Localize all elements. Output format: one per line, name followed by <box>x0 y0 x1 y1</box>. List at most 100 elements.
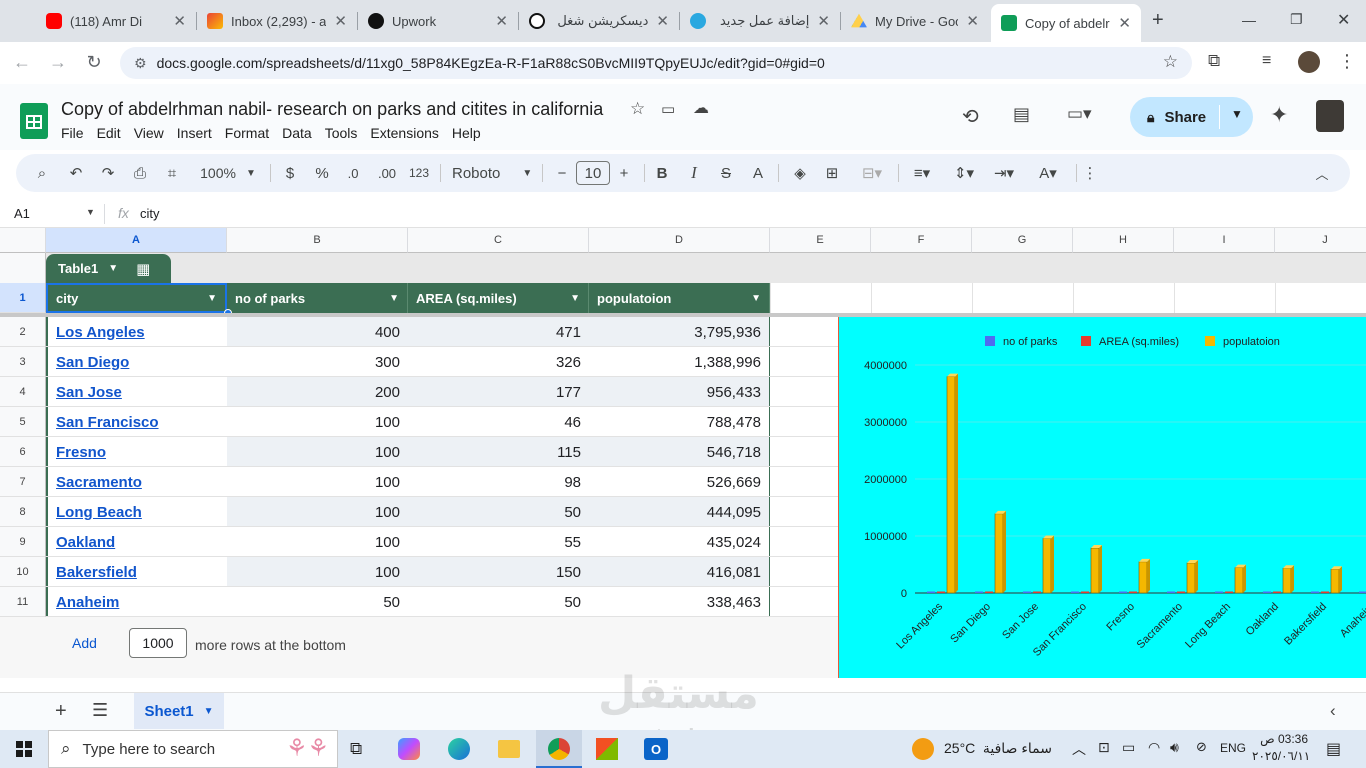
column-header-i[interactable]: I <box>1174 228 1275 253</box>
table-cell-city[interactable]: Long Beach <box>46 497 227 527</box>
close-icon[interactable]: ✕ <box>966 12 979 30</box>
row-header[interactable]: 2 <box>0 317 46 347</box>
weather-temp[interactable]: 25°C <box>944 740 975 756</box>
table-cell-city[interactable]: Bakersfield <box>46 557 227 587</box>
windows-start-icon[interactable] <box>16 741 32 757</box>
font-family-select[interactable]: Roboto ▼ <box>452 154 532 192</box>
menu-tools[interactable]: Tools <box>325 125 358 141</box>
table-cell-population[interactable]: 956,433 <box>589 377 770 407</box>
column-header-j[interactable]: J <box>1275 228 1366 253</box>
table-cell-area[interactable]: 50 <box>408 587 589 617</box>
menu-format[interactable]: Format <box>225 125 269 141</box>
menu-data[interactable]: Data <box>282 125 312 141</box>
notifications-status-icon[interactable]: ⊘ <box>1196 739 1207 755</box>
url-bar[interactable]: ⚙ docs.google.com/spreadsheets/d/11xg0_5… <box>120 47 1192 79</box>
column-header-h[interactable]: H <box>1073 228 1174 253</box>
battery-icon[interactable]: ▭ <box>1122 739 1135 756</box>
table-cell-city[interactable]: Los Angeles <box>46 317 227 347</box>
browser-tab[interactable]: My Drive - Goog ✕ <box>841 6 989 36</box>
paint-format-icon[interactable]: ⌗ <box>160 154 184 192</box>
table-cell-population[interactable]: 3,795,936 <box>589 317 770 347</box>
table-name-tab[interactable]: Table1 ▼ ▦ <box>46 254 171 283</box>
currency-format-button[interactable]: $ <box>278 154 302 192</box>
chevron-down-icon[interactable]: ▼ <box>204 706 214 717</box>
table-cell-city[interactable]: Sacramento <box>46 467 227 497</box>
move-folder-icon[interactable]: ▭ <box>661 100 675 118</box>
formula-input[interactable]: city <box>140 206 160 221</box>
row-header[interactable]: 8 <box>0 497 46 527</box>
table-cell-parks[interactable]: 100 <box>227 467 408 497</box>
row-header[interactable]: 4 <box>0 377 46 407</box>
menu-extensions[interactable]: Extensions <box>370 125 438 141</box>
close-icon[interactable]: ✕ <box>1118 14 1131 32</box>
table-cell-parks[interactable]: 100 <box>227 527 408 557</box>
row-header[interactable]: 11 <box>0 587 46 617</box>
browser-tab[interactable]: ديسكريشن شغل ✕ <box>519 6 679 36</box>
history-icon[interactable]: ⟲ <box>962 104 979 129</box>
table-cell-parks[interactable]: 100 <box>227 437 408 467</box>
row-header[interactable]: 7 <box>0 467 46 497</box>
column-header-b[interactable]: B <box>227 228 408 253</box>
site-info-icon[interactable]: ⚙ <box>134 55 147 72</box>
sheets-logo-icon[interactable] <box>20 103 48 139</box>
chevron-up-icon[interactable]: ︿ <box>1072 739 1086 759</box>
weather-desc[interactable]: سماء صافية <box>982 740 1052 757</box>
collapse-toolbar-icon[interactable]: ︿ <box>1310 154 1334 192</box>
table-cell-area[interactable]: 177 <box>408 377 589 407</box>
city-link[interactable]: Long Beach <box>56 504 142 521</box>
borders-icon[interactable]: ⊞ <box>820 154 844 192</box>
decrease-decimal-button[interactable]: .0 <box>340 154 366 192</box>
store-icon[interactable] <box>596 738 618 760</box>
table-cell-city[interactable]: San Diego <box>46 347 227 377</box>
fill-color-icon[interactable]: ◈ <box>788 154 812 192</box>
search-icon[interactable]: ⌕ <box>30 154 54 192</box>
table-cell-parks[interactable]: 300 <box>227 347 408 377</box>
comments-icon[interactable]: ▤ <box>1013 104 1030 125</box>
row-header[interactable]: 9 <box>0 527 46 557</box>
column-header-e[interactable]: E <box>770 228 871 253</box>
table-cell-population[interactable]: 546,718 <box>589 437 770 467</box>
chevron-down-icon[interactable]: ▼ <box>86 207 95 217</box>
bookmark-star-icon[interactable]: ☆ <box>1163 52 1178 72</box>
menu-file[interactable]: File <box>61 125 84 141</box>
column-header-a[interactable]: A <box>46 228 227 253</box>
gemini-icon[interactable]: ✦ <box>1270 102 1288 128</box>
share-button[interactable]: 🔒︎ Share ▼ <box>1130 97 1253 137</box>
font-size-decrease-button[interactable]: − <box>552 154 572 192</box>
clock-time[interactable]: 03:36 ص <box>1252 732 1308 746</box>
chevron-down-icon[interactable]: ▼ <box>108 263 118 274</box>
column-header-c[interactable]: C <box>408 228 589 253</box>
maximize-button[interactable]: ❐ <box>1290 11 1303 28</box>
star-icon[interactable]: ☆ <box>630 99 645 119</box>
table-cell-population[interactable]: 338,463 <box>589 587 770 617</box>
table-header-city[interactable]: city ▼ <box>46 283 227 313</box>
table-cell-population[interactable]: 526,669 <box>589 467 770 497</box>
meet-icon[interactable]: ▭▾ <box>1067 104 1092 124</box>
close-window-button[interactable]: ✕ <box>1337 10 1350 30</box>
table-header-parks[interactable]: no of parks ▼ <box>227 283 408 313</box>
chevron-down-icon[interactable]: ▼ <box>389 293 399 304</box>
table-cell-parks[interactable]: 50 <box>227 587 408 617</box>
chevron-left-icon[interactable]: ‹ <box>1330 701 1336 721</box>
city-link[interactable]: Anaheim <box>56 594 119 611</box>
add-sheet-button[interactable]: + <box>55 700 67 723</box>
table-cell-population[interactable]: 1,388,996 <box>589 347 770 377</box>
table-cell-area[interactable]: 46 <box>408 407 589 437</box>
table-cell-area[interactable]: 115 <box>408 437 589 467</box>
table-header-population[interactable]: populatoion ▼ <box>589 283 770 313</box>
browser-tab[interactable]: (118) Amr Di ✕ <box>36 6 196 36</box>
city-link[interactable]: Bakersfield <box>56 564 137 581</box>
close-icon[interactable]: ✕ <box>173 12 186 30</box>
extensions-icon[interactable]: ⧉ <box>1208 51 1220 71</box>
close-icon[interactable]: ✕ <box>817 12 830 30</box>
city-link[interactable]: San Francisco <box>56 414 159 431</box>
file-explorer-icon[interactable] <box>498 740 520 758</box>
close-icon[interactable]: ✕ <box>334 12 347 30</box>
column-header-d[interactable]: D <box>589 228 770 253</box>
chart-container[interactable]: 0 1000000 2000000 3000000 4000000 no of parks… <box>838 317 1366 678</box>
language-indicator[interactable]: ENG <box>1220 741 1246 755</box>
column-header-f[interactable]: F <box>871 228 972 253</box>
outlook-icon[interactable]: O <box>644 738 668 760</box>
table-cell-area[interactable]: 50 <box>408 497 589 527</box>
table-cell-area[interactable]: 55 <box>408 527 589 557</box>
